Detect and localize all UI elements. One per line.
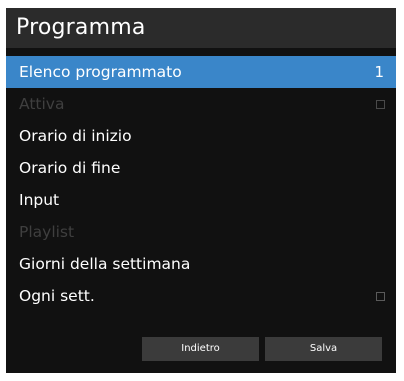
menu-item-playlist: Playlist — [6, 216, 396, 248]
menu-item-label: Input — [19, 191, 60, 209]
title-bar: Programma — [6, 8, 396, 48]
menu-item-label: Orario di inizio — [19, 127, 132, 145]
menu-item-label: Elenco programmato — [19, 63, 182, 81]
menu-item-label: Ogni sett. — [19, 287, 95, 305]
menu-item-orario-di-fine[interactable]: Orario di fine — [6, 152, 396, 184]
menu-item-label: Orario di fine — [19, 159, 121, 177]
menu-item-orario-di-inizio[interactable]: Orario di inizio — [6, 120, 396, 152]
settings-menu: Elenco programmato 1 Attiva Orario di in… — [6, 56, 396, 312]
menu-item-label: Giorni della settimana — [19, 255, 191, 273]
save-button[interactable]: Salva — [265, 337, 382, 361]
dialog-title: Programma — [16, 15, 146, 40]
schedule-dialog: Programma Elenco programmato 1 Attiva Or… — [6, 8, 396, 373]
menu-item-elenco-programmato[interactable]: Elenco programmato 1 — [6, 56, 396, 88]
menu-item-attiva: Attiva — [6, 88, 396, 120]
attiva-checkbox — [376, 100, 385, 109]
menu-item-label: Playlist — [19, 223, 75, 241]
back-button[interactable]: Indietro — [142, 337, 259, 361]
ogni-sett-checkbox[interactable] — [376, 292, 385, 301]
menu-item-ogni-sett[interactable]: Ogni sett. — [6, 280, 396, 312]
menu-item-label: Attiva — [19, 95, 65, 113]
menu-item-value: 1 — [374, 63, 384, 81]
menu-item-input[interactable]: Input — [6, 184, 396, 216]
menu-item-giorni-della-settimana[interactable]: Giorni della settimana — [6, 248, 396, 280]
